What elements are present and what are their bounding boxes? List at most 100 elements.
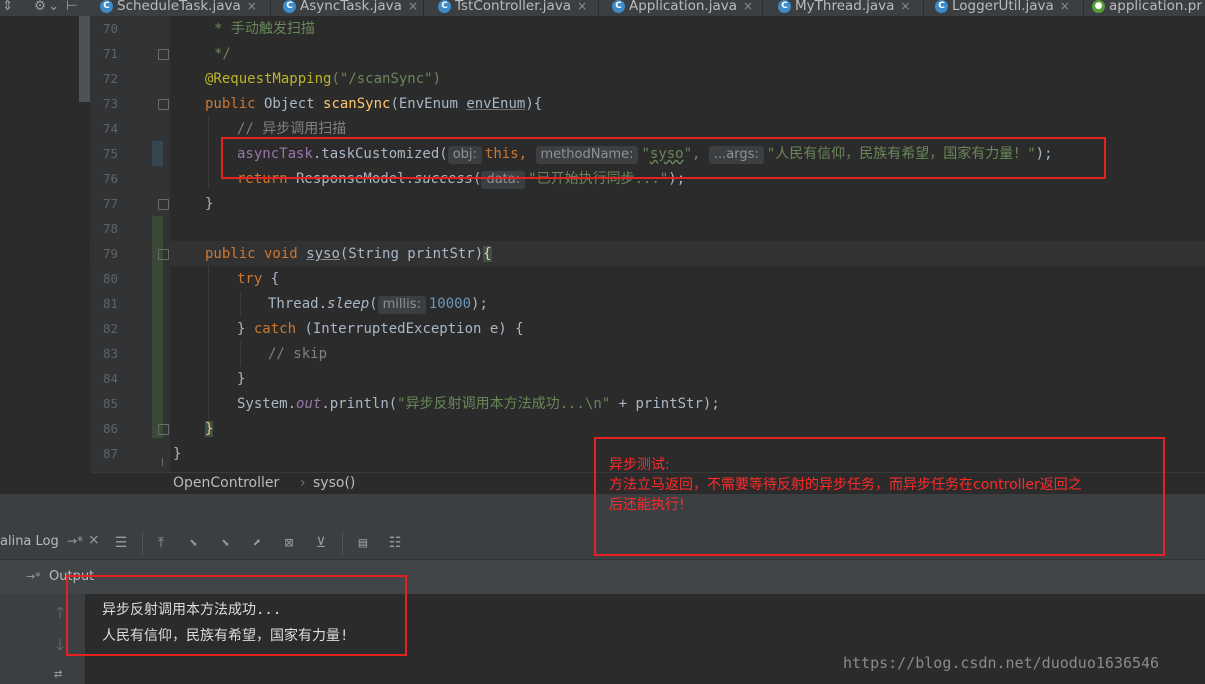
code-line-71: */ <box>214 42 231 67</box>
fold-marker-icon[interactable] <box>158 199 169 210</box>
watermark: https://blog.csdn.net/duoduo1636546 <box>843 654 1160 672</box>
line-number: 87 <box>102 446 118 461</box>
project-panel-strip <box>0 16 80 494</box>
code-text: (EnvEnum <box>390 96 467 112</box>
line-number: 79 <box>102 246 118 261</box>
project-scrollbar[interactable] <box>79 16 90 102</box>
code-line-79: public void syso(String printStr){ <box>205 242 492 267</box>
close-icon[interactable]: × <box>247 0 257 13</box>
scroll-down-icon[interactable]: ⬊ <box>184 534 202 552</box>
close-icon[interactable]: × <box>1060 0 1070 13</box>
line-number: 81 <box>102 296 118 311</box>
output-arrow-icon: →* <box>26 570 41 583</box>
fold-marker-icon[interactable] <box>158 99 169 110</box>
download-icon[interactable]: ⬊ <box>216 534 234 552</box>
matched-brace: { <box>483 246 492 262</box>
javadoc-text: * 手动触发扫描 <box>214 21 315 37</box>
method-name: scanSync <box>323 96 391 112</box>
method-name: syso <box>306 246 340 262</box>
fold-marker-icon[interactable] <box>158 424 169 435</box>
line-number: 84 <box>102 371 118 386</box>
string-literal: "异步反射调用本方法成功...\n" <box>397 396 611 412</box>
code-line-85: System.out.println("异步反射调用本方法成功...\n" + … <box>237 392 720 417</box>
close-icon[interactable]: × <box>408 0 418 13</box>
code-text: } <box>173 446 182 462</box>
close-icon[interactable]: × <box>900 0 910 13</box>
code-text: } <box>237 321 254 337</box>
parameter-hint: millis: <box>377 296 426 314</box>
highlight-box <box>221 137 1106 179</box>
annotation-text: 方法立马返回，不需要等待反射的异步任务，而异步任务在controller返回之 <box>609 477 1082 493</box>
clear-icon[interactable]: ⊠ <box>280 534 298 552</box>
code-text: ( <box>369 296 378 312</box>
panel-tab-title[interactable]: alina Log <box>0 534 59 549</box>
pin-icon[interactable]: →* <box>67 534 83 548</box>
split-icon[interactable]: ⇕ <box>2 0 13 16</box>
keyword: void <box>255 246 307 262</box>
close-icon[interactable]: × <box>743 0 753 13</box>
line-number: 77 <box>102 196 118 211</box>
tab-loggerutil[interactable]: C LoggerUtil.java × <box>935 0 1084 16</box>
indent-guide <box>240 291 241 316</box>
code-text: ); <box>471 296 488 312</box>
parameter: envEnum <box>466 96 526 112</box>
tab-mythread[interactable]: C MyThread.java × <box>778 0 924 16</box>
breadcrumb-method[interactable]: syso() <box>313 475 355 491</box>
line-number: 75 <box>102 146 118 161</box>
list-icon[interactable]: ☰ <box>112 534 130 552</box>
tab-asynctask[interactable]: C AsyncTask.java × <box>283 0 424 16</box>
javadoc-text: */ <box>214 46 231 62</box>
java-class-icon: C <box>438 0 451 13</box>
breadcrumb-class[interactable]: OpenController <box>173 475 279 491</box>
line-number: 82 <box>102 321 118 336</box>
output-highlight-box <box>66 575 407 656</box>
table-icon[interactable]: ▤ <box>354 534 372 552</box>
line-number: 74 <box>102 121 118 136</box>
upload-icon[interactable]: ⬈ <box>248 534 266 552</box>
tab-application-properties[interactable]: ● application.pr <box>1092 0 1205 16</box>
wrap-icon[interactable]: ⇄ <box>54 666 62 682</box>
type: Object <box>255 96 324 112</box>
fold-marker-icon[interactable] <box>158 249 169 260</box>
tab-application[interactable]: C Application.java × <box>612 0 763 16</box>
code-line-81: Thread.sleep(millis: 10000); <box>268 292 488 317</box>
line-number: 86 <box>102 421 118 436</box>
annotation: @RequestMapping <box>205 71 332 87</box>
code-line-84: } <box>237 367 245 392</box>
settings-icon[interactable]: ☷ <box>386 534 404 552</box>
code-line-80: try { <box>237 267 279 292</box>
code-line-73: public Object scanSync(EnvEnum envEnum){ <box>205 92 542 117</box>
line-number: 72 <box>102 71 118 86</box>
tab-scheduletask[interactable]: C ScheduleTask.java × <box>100 0 271 16</box>
scroll-to-top-icon[interactable]: ⤒ <box>152 534 170 552</box>
toolbar-divider <box>342 532 343 554</box>
close-icon[interactable]: × <box>88 532 100 548</box>
code-text: (InterruptedException e) { <box>296 321 524 337</box>
collapse-left-icon[interactable]: ⊢ <box>66 0 78 16</box>
class-name: Thread. <box>268 296 328 312</box>
number-literal: 10000 <box>428 296 472 312</box>
indent-guide <box>208 116 209 188</box>
change-marker <box>152 141 163 166</box>
down-arrow-icon[interactable]: 🡓 <box>56 634 64 661</box>
toolbar-divider <box>142 532 143 554</box>
close-icon[interactable]: × <box>577 0 587 13</box>
tab-label: application.pr <box>1109 0 1202 14</box>
code-line-87: } <box>173 442 181 467</box>
class-name: System. <box>237 396 297 412</box>
tab-label: TstController.java <box>455 0 572 14</box>
code-text: (String printStr) <box>339 246 484 262</box>
fold-marker-icon[interactable] <box>158 49 169 60</box>
gear-icon[interactable]: ⚙ <box>34 0 46 16</box>
line-number: 73 <box>102 96 118 111</box>
code-line-82: } catch (InterruptedException e) { <box>237 317 524 342</box>
line-number: 78 <box>102 221 118 236</box>
code-text: + printStr); <box>610 396 720 412</box>
code-text: } <box>237 371 246 387</box>
up-arrow-icon[interactable]: 🡑 <box>56 602 64 629</box>
method-call: sleep <box>327 296 370 312</box>
chevron-down-icon[interactable]: ⌄ <box>48 0 59 16</box>
filter-icon[interactable]: ⊻ <box>312 534 330 552</box>
tab-tstcontroller[interactable]: C TstController.java × <box>438 0 599 16</box>
line-number: 71 <box>102 46 118 61</box>
